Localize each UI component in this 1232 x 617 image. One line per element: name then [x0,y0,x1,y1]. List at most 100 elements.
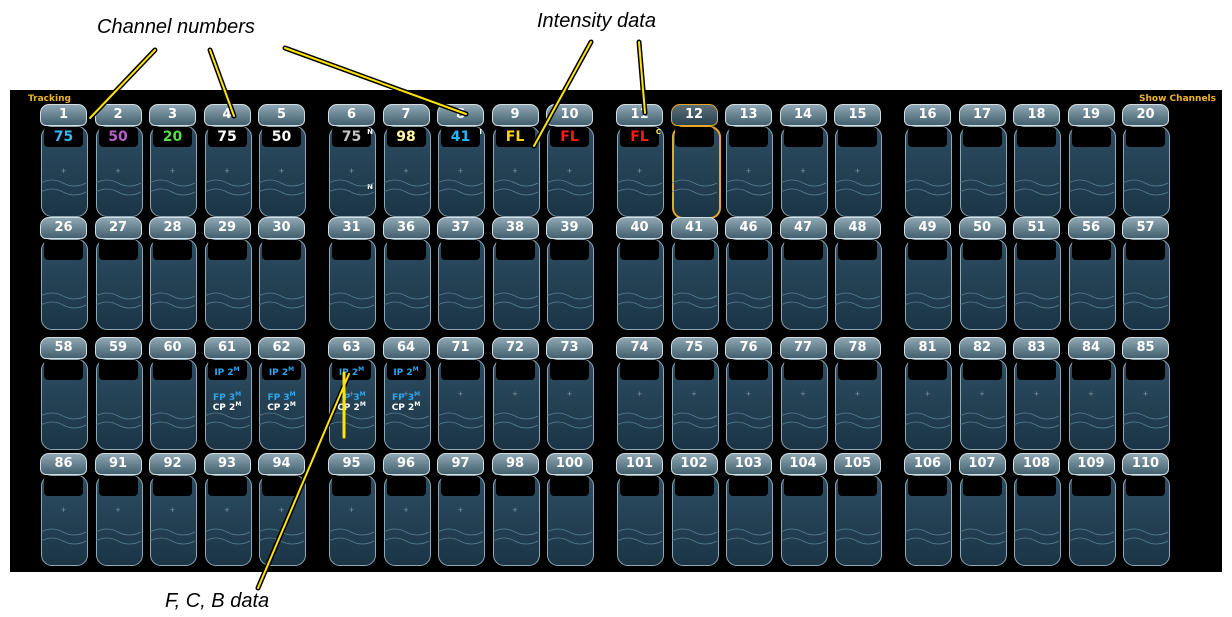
channel-83[interactable]: 83 + [1013,337,1061,450]
channel-48[interactable]: 48 [834,217,882,330]
channel-number: 98 [491,453,539,475]
channel-73[interactable]: 73 + [546,337,594,450]
channel-number: 64 [382,337,430,359]
channel-109[interactable]: 109 [1067,453,1116,566]
channel-wave [726,528,771,545]
channel-98[interactable]: 98 + [491,453,540,566]
channel-76[interactable]: 76 + [725,337,773,450]
channel-wave [492,292,538,309]
channel-101[interactable]: 101 [616,453,664,566]
channel-7[interactable]: 7 98 + [382,104,431,217]
channel-78[interactable]: 78 + [834,337,882,450]
channel-12[interactable]: 12 [670,104,721,219]
channel-60[interactable]: 60 [149,337,197,450]
channel-47[interactable]: 47 [779,217,828,330]
channel-11[interactable]: 11 FL C + [616,104,664,217]
channel-64[interactable]: 64 IP 2M FP 3M CP 2M + [382,337,431,450]
channel-wave [41,412,86,429]
channel-84[interactable]: 84 + [1067,337,1116,450]
channel-18[interactable]: 18 [1013,104,1061,217]
channel-86[interactable]: 86 + [40,453,88,566]
channel-8[interactable]: 8 41 I + [437,104,485,217]
channel-31[interactable]: 31 [328,217,376,330]
channel-100[interactable]: 100 [546,453,594,566]
channel-20[interactable]: 20 [1122,104,1170,217]
channel-13[interactable]: 13 + [725,104,773,217]
channel-30[interactable]: 30 [258,217,306,330]
plus-marker: + [1033,389,1040,399]
channel-63[interactable]: 63 IP 2M FP 3M CP 2M + [328,337,376,450]
ip-reference-text: IP 2 [268,368,289,378]
channel-29[interactable]: 29 [203,217,252,330]
channel-number: 108 [1013,453,1060,475]
channel-94[interactable]: 94 + [258,453,306,566]
channel-49[interactable]: 49 [904,217,952,330]
plus-marker: + [403,505,409,515]
channel-15[interactable]: 15 + [834,104,882,217]
show-channels-label[interactable]: Show Channels [1139,94,1216,104]
channel-40[interactable]: 40 [616,217,664,330]
channel-number: 1 [40,104,87,126]
channel-wave [959,528,1005,545]
channel-57[interactable]: 57 [1122,217,1170,330]
channel-14[interactable]: 14 + [779,104,828,217]
channel-81[interactable]: 81 + [904,337,952,450]
channel-37[interactable]: 37 [437,217,485,330]
channel-91[interactable]: 91 + [94,453,143,566]
channel-72[interactable]: 72 + [491,337,540,450]
channel-19[interactable]: 19 [1067,104,1116,217]
channel-61[interactable]: 61 IP 2M FP 3M CP 2M [203,337,252,450]
intensity-slot [441,360,480,380]
plus-marker: + [403,389,409,399]
channel-28[interactable]: 28 [149,217,197,330]
channel-103[interactable]: 103 [725,453,773,566]
channel-104[interactable]: 104 [779,453,828,566]
channel-27[interactable]: 27 [94,217,143,330]
channel-93[interactable]: 93 + [203,453,252,566]
channel-number: 8 [437,104,484,126]
channel-10[interactable]: 10 FL + [546,104,594,217]
channel-105[interactable]: 105 [834,453,882,566]
channel-36[interactable]: 36 [382,217,431,330]
channel-96[interactable]: 96 + [382,453,431,566]
channel-2[interactable]: 2 50 + [94,104,143,217]
channel-106[interactable]: 106 [904,453,952,566]
channel-85[interactable]: 85 + [1122,337,1170,450]
channel-9[interactable]: 9 FL + [491,104,540,217]
channel-51[interactable]: 51 [1013,217,1061,330]
channel-41[interactable]: 41 [670,217,719,330]
channel-97[interactable]: 97 + [437,453,485,566]
channel-38[interactable]: 38 [491,217,540,330]
channel-3[interactable]: 3 20 + [149,104,197,217]
channel-26[interactable]: 26 [40,217,88,330]
channel-110[interactable]: 110 [1122,453,1170,566]
channel-82[interactable]: 82 + [958,337,1007,450]
channel-92[interactable]: 92 + [149,453,197,566]
channel-6[interactable]: 6 75 N N + [328,104,376,217]
channel-56[interactable]: 56 [1067,217,1116,330]
channel-59[interactable]: 59 [94,337,143,450]
channel-107[interactable]: 107 [958,453,1007,566]
channel-wave [1014,179,1059,196]
channel-77[interactable]: 77 + [779,337,828,450]
channel-46[interactable]: 46 [725,217,773,330]
channel-102[interactable]: 102 [670,453,719,566]
intensity-slot [783,127,823,147]
channel-95[interactable]: 95 + [328,453,376,566]
channel-75[interactable]: 75 + [670,337,719,450]
channel-1[interactable]: 1 75 + [40,104,88,217]
channel-74[interactable]: 74 + [616,337,664,450]
channel-4[interactable]: 4 75 + [203,104,252,217]
channel-wave [438,292,483,309]
channel-58[interactable]: 58 [40,337,88,450]
channel-wave [726,179,771,196]
channel-16[interactable]: 16 [904,104,952,217]
channel-17[interactable]: 17 [958,104,1007,217]
channel-39[interactable]: 39 [546,217,594,330]
channel-50[interactable]: 50 [958,217,1007,330]
channel-71[interactable]: 71 + [437,337,485,450]
channel-62[interactable]: 62 IP 2M FP 3M CP 2M [258,337,306,450]
channel-5[interactable]: 5 50 + [258,104,306,217]
channel-108[interactable]: 108 [1013,453,1061,566]
channel-number: 56 [1067,217,1115,239]
